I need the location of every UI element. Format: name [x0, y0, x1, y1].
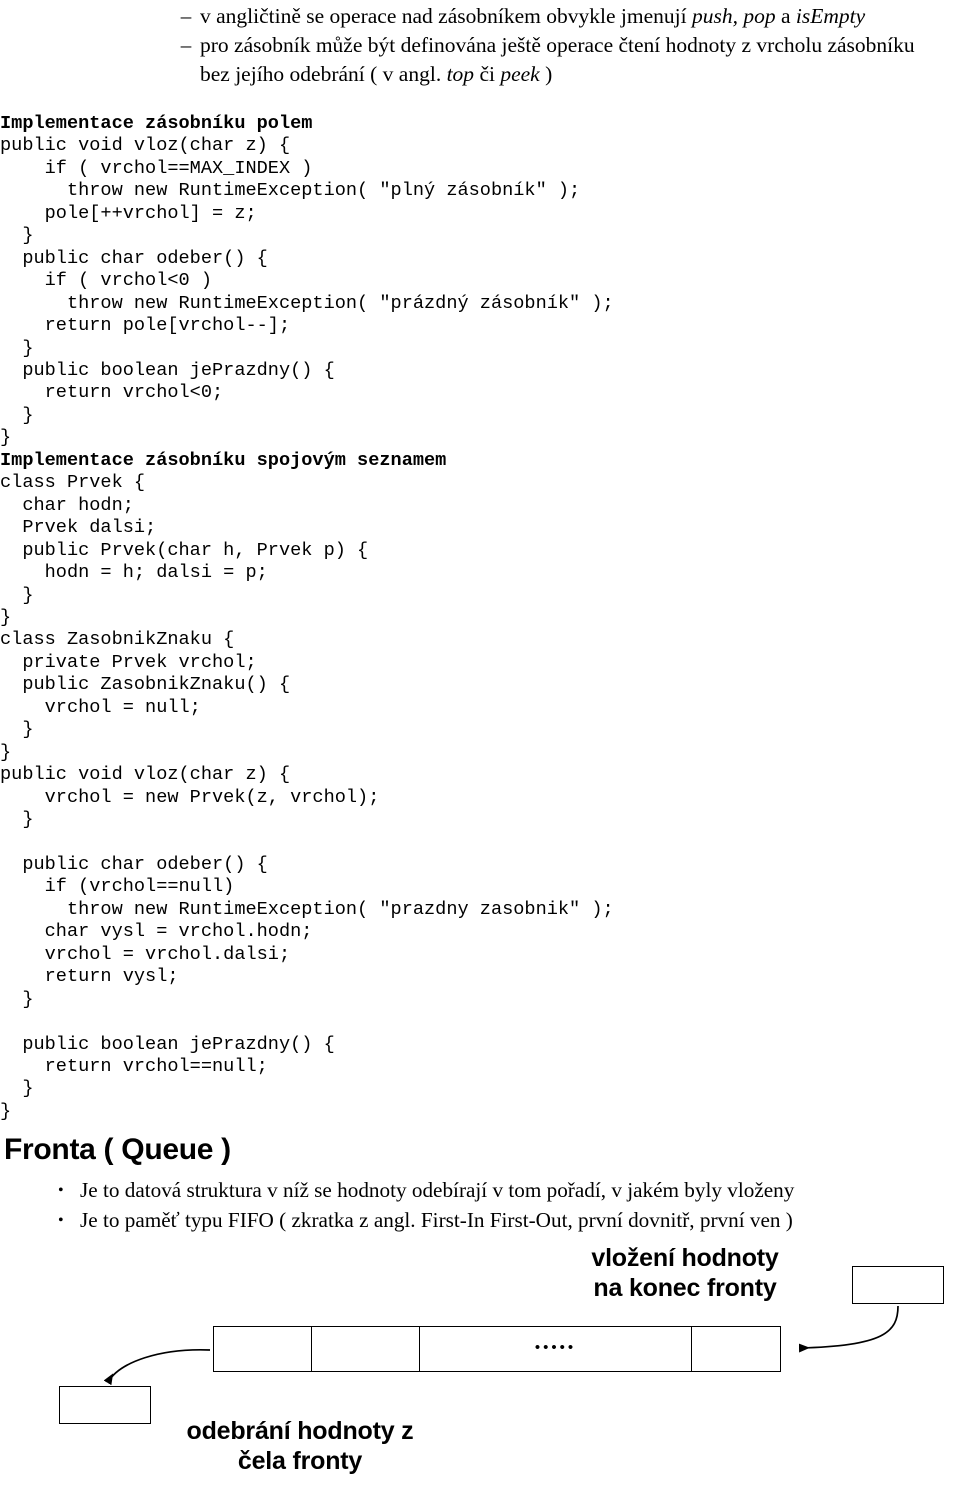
code-line: vrchol = null; [0, 696, 201, 718]
code-line: } [0, 719, 34, 741]
queue-bullet-text: Je to datová struktura v níž se hodnoty … [80, 1178, 795, 1202]
intro-bullet-text-italic-push-pop: push, pop [691, 4, 776, 28]
round-bullet-marker: • [58, 1182, 64, 1199]
intro-bullet-text-close: ) [539, 62, 553, 86]
code-line: if ( vrchol<0 ) [0, 270, 213, 292]
code-section-title: Implementace zásobníku polem [0, 113, 313, 134]
code-line: } [0, 404, 34, 426]
dequeue-label: odebrání hodnoty z čela fronty [186, 1417, 414, 1475]
code-line: public Prvek(char h, Prvek p) { [0, 539, 369, 561]
queue-bullet-item: • Je to datová struktura v níž se hodnot… [0, 1176, 960, 1206]
code-line: } [0, 741, 12, 763]
code-line: public boolean jePrazdny() { [0, 359, 335, 381]
dash-bullet-marker: – [180, 33, 192, 57]
intro-bullet-text: v angličtině se operace nad zásobníkem o… [200, 2, 928, 31]
code-line: } [0, 809, 34, 831]
queue-section-heading: Fronta ( Queue ) [4, 1133, 231, 1166]
code-line: return vrchol<0; [0, 382, 224, 404]
code-line: if ( vrchol==MAX_INDEX ) [0, 157, 313, 179]
queue-cell [312, 1327, 420, 1371]
code-line: public void vloz(char z) { [0, 764, 291, 786]
code-section-title: Implementace zásobníku spojovým seznamem [0, 449, 447, 471]
code-line: return vysl; [0, 966, 179, 988]
code-line: pole[++vrchol] = z; [0, 202, 257, 224]
intro-bullet-text-italic-isempty: isEmpty [795, 4, 866, 28]
intro-bullet-text-plain: v angličtině se operace nad zásobníkem o… [200, 4, 692, 28]
intro-bullet-item: – v angličtině se operace nad zásobníkem… [0, 2, 960, 31]
code-line: class Prvek { [0, 472, 146, 494]
outgoing-value-box [59, 1386, 151, 1424]
code-line: private Prvek vrchol; [0, 651, 257, 673]
code-line: } [0, 427, 12, 449]
enqueue-arrow [798, 1305, 899, 1353]
code-line: public ZasobnikZnaku() { [0, 674, 291, 696]
intro-bullet-text-italic-peek: peek [500, 62, 540, 86]
code-line: public char odeber() { [0, 247, 268, 269]
queue-cell-ellipsis: ••••• [420, 1327, 692, 1371]
code-line: } [0, 988, 34, 1010]
queue-bullet-item: • Je to paměť typu FIFO ( zkratka z angl… [0, 1206, 960, 1236]
intro-bullet-text-conj: a [775, 4, 796, 28]
code-line: } [0, 584, 34, 606]
code-line: Prvek dalsi; [0, 517, 157, 539]
code-line: public void vloz(char z) { [0, 135, 291, 157]
code-line: } [0, 337, 34, 359]
queue-cell [692, 1327, 780, 1371]
code-line: throw new RuntimeException( "plný zásobn… [0, 180, 581, 202]
code-line: } [0, 225, 34, 247]
code-line: char vysl = vrchol.hodn; [0, 921, 313, 943]
dash-bullet-marker: – [180, 4, 192, 28]
code-line: vrchol = vrchol.dalsi; [0, 943, 291, 965]
dequeue-arrow [103, 1348, 211, 1386]
code-line: hodn = h; dalsi = p; [0, 562, 268, 584]
incoming-value-box [852, 1266, 944, 1304]
code-line: vrchol = new Prvek(z, vrchol); [0, 786, 380, 808]
code-line: if (vrchol==null) [0, 876, 235, 898]
queue-bullet-text: Je to paměť typu FIFO ( zkratka z angl. … [80, 1207, 793, 1232]
intro-bullet-text-conj: či [474, 62, 501, 86]
code-line: public char odeber() { [0, 853, 268, 875]
enqueue-label: vložení hodnoty na konec fronty [591, 1244, 779, 1302]
queue-diagram: vložení hodnoty na konec fronty odebrání… [0, 1240, 960, 1509]
intro-bullet-list: – v angličtině se operace nad zásobníkem… [0, 0, 960, 89]
code-line: class ZasobnikZnaku { [0, 629, 235, 651]
intro-bullet-text-plain: pro zásobník může být definována ještě o… [200, 33, 915, 86]
code-line: return pole[vrchol--]; [0, 315, 291, 337]
code-line: return vrchol==null; [0, 1056, 268, 1078]
intro-bullet-text-italic-top: top [446, 62, 475, 86]
code-line: throw new RuntimeException( "prazdny zas… [0, 898, 614, 920]
queue-cells-strip: ••••• [213, 1326, 781, 1372]
code-line: } [0, 1100, 12, 1122]
queue-bullet-list: • Je to datová struktura v níž se hodnot… [0, 1176, 960, 1235]
ellipsis-dots: ••••• [534, 1338, 577, 1356]
queue-cell [214, 1327, 312, 1371]
code-line: } [0, 606, 12, 628]
source-code-listing: Implementace zásobníku polem public void … [0, 113, 820, 1123]
code-line: throw new RuntimeException( "prázdný zás… [0, 292, 614, 314]
code-line: char hodn; [0, 494, 134, 516]
intro-bullet-item: – pro zásobník může být definována ještě… [0, 31, 960, 89]
code-line: } [0, 1078, 34, 1100]
intro-bullet-text: pro zásobník může být definována ještě o… [200, 31, 928, 89]
code-line: public boolean jePrazdny() { [0, 1033, 335, 1055]
round-bullet-marker: • [58, 1211, 64, 1229]
